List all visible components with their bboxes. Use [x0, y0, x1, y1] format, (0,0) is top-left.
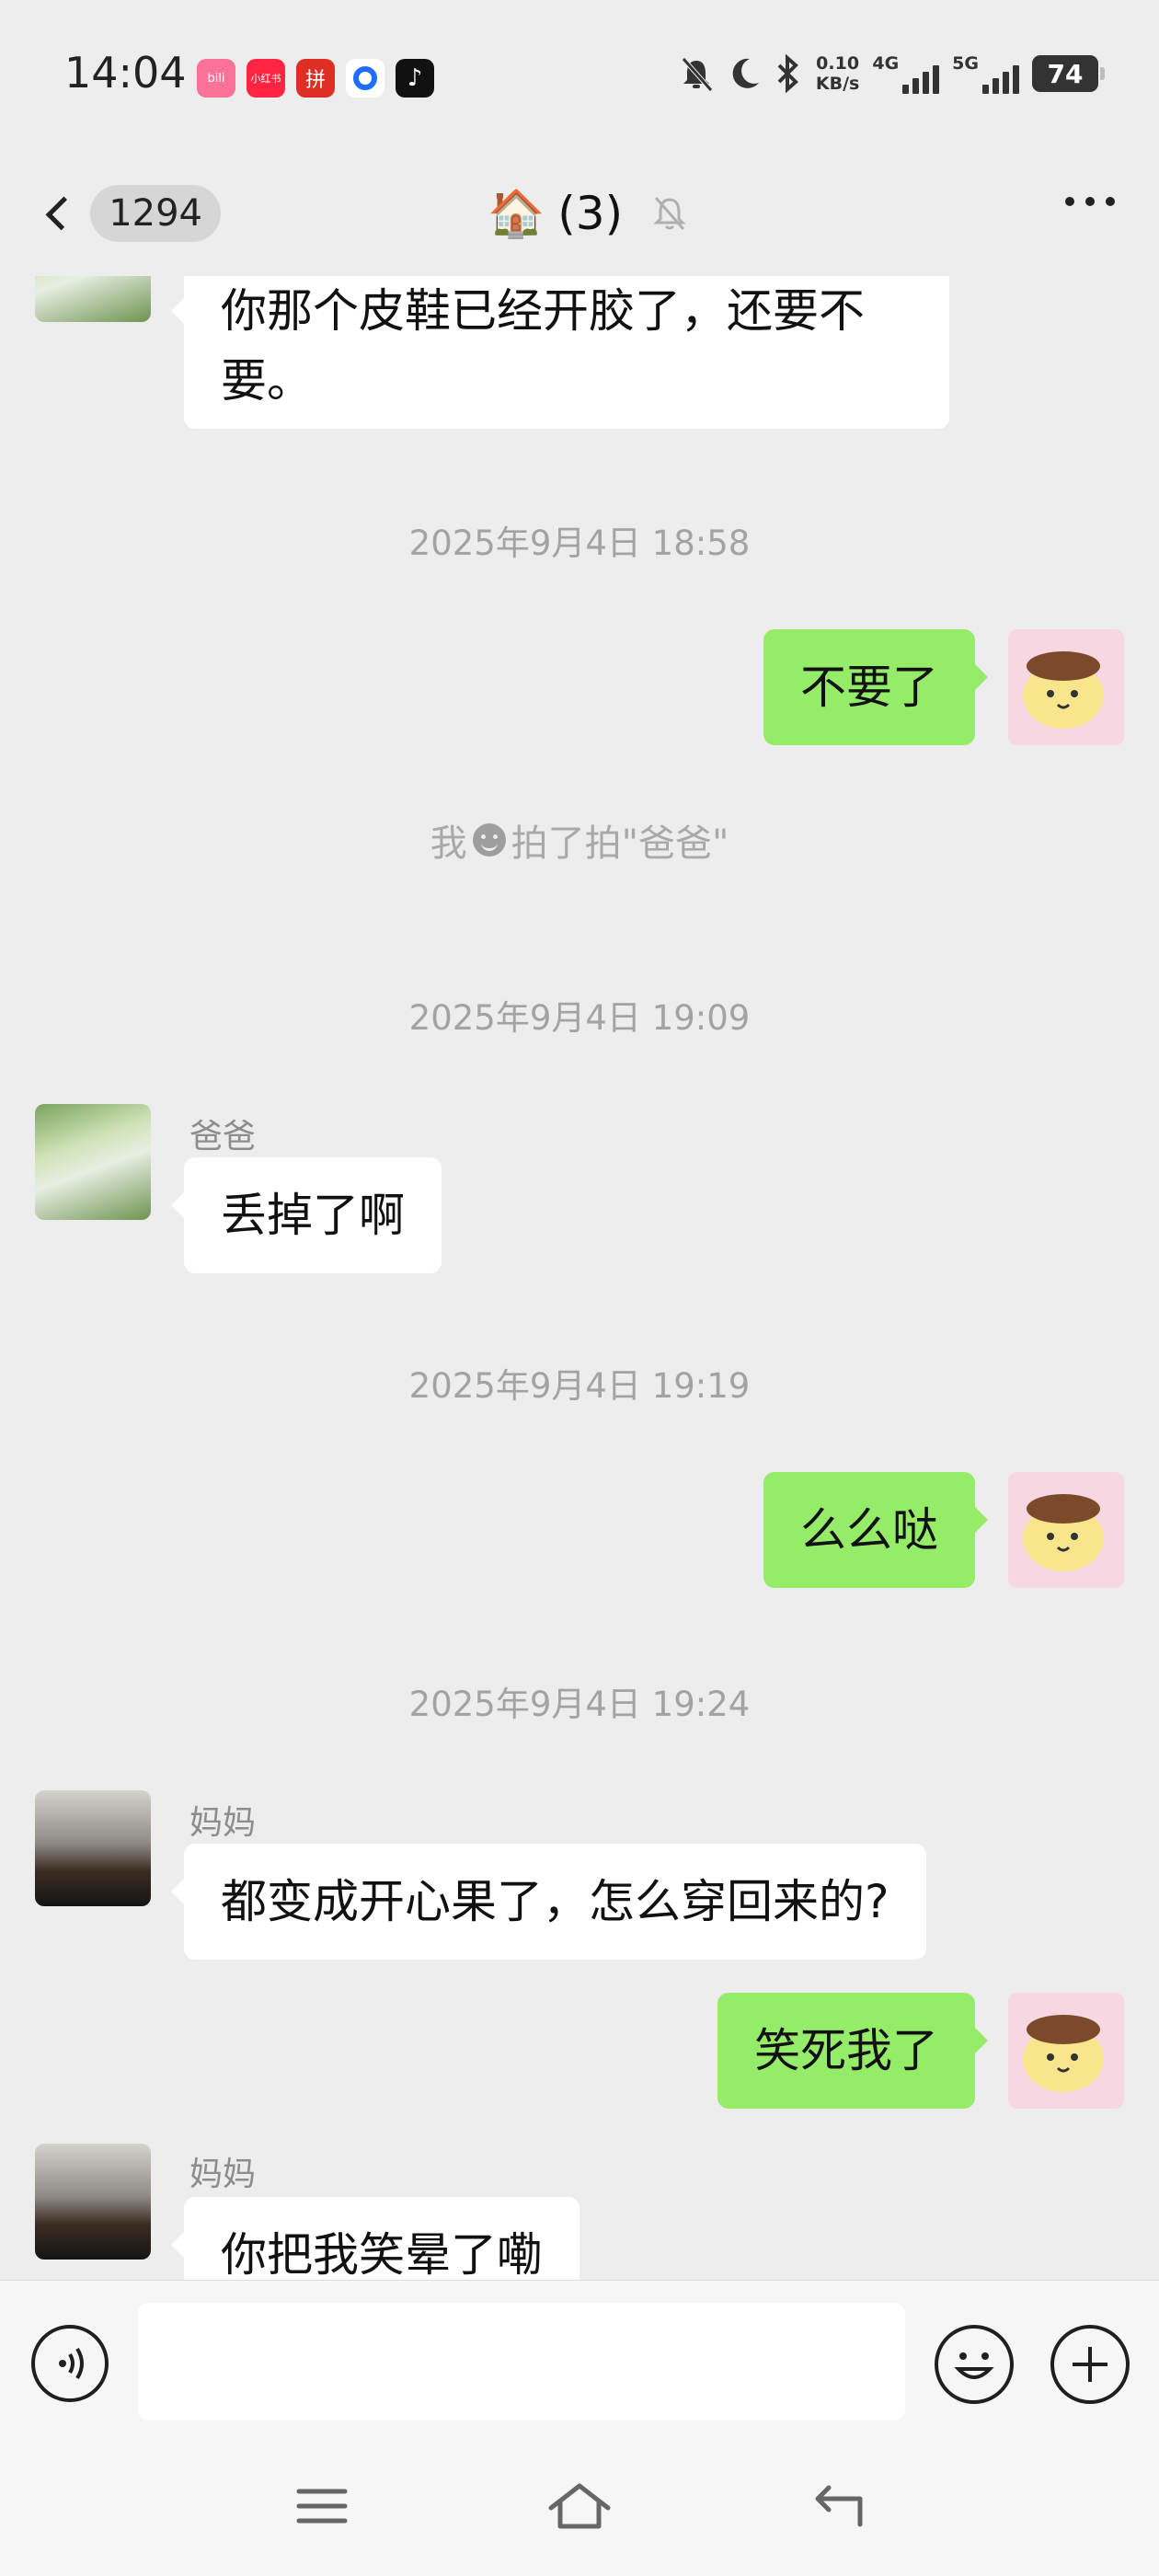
- tiktok-app-icon: ♪: [396, 59, 434, 98]
- poke-face-icon: [472, 823, 506, 857]
- unread-count-badge: 1294: [90, 185, 221, 242]
- more-dot-icon: [1085, 197, 1095, 206]
- back-arrow-icon: [45, 196, 80, 231]
- chat-header: 1294 🏠 (3): [0, 156, 1159, 276]
- house-emoji-icon: 🏠: [488, 186, 545, 240]
- system-navigation-bar: [0, 2436, 1159, 2576]
- muted-bell-icon: [653, 197, 686, 230]
- message-bubble-incoming[interactable]: 丢掉了啊: [171, 1157, 442, 1273]
- avatar-me[interactable]: [1008, 1472, 1124, 1588]
- avatar-mom[interactable]: [35, 1790, 151, 1906]
- pompompurin-avatar-icon: [1008, 629, 1124, 745]
- timestamp: 2025年9月4日 18:58: [408, 523, 751, 563]
- avatar-me[interactable]: [1008, 629, 1124, 745]
- sender-name: 爸爸: [189, 1118, 257, 1156]
- more-features-button[interactable]: [1050, 2325, 1130, 2404]
- status-time: 14:04: [64, 48, 187, 98]
- bluetooth-icon: [777, 54, 798, 93]
- message-bubble-outgoing[interactable]: 笑死我了: [717, 1993, 988, 2109]
- menu-icon: [296, 2489, 348, 2524]
- status-indicators: 0.10 KB/s 4G 5G 74: [678, 53, 1105, 94]
- pompompurin-avatar-icon: [1008, 1472, 1124, 1588]
- voice-input-button[interactable]: [31, 2325, 109, 2402]
- back-system-button[interactable]: [796, 2469, 878, 2543]
- back-icon: [815, 2485, 863, 2527]
- message-bubble-outgoing[interactable]: 么么哒: [763, 1472, 988, 1588]
- member-count: (3): [557, 187, 624, 240]
- message-bubble-outgoing[interactable]: 不要了: [763, 629, 988, 745]
- home-icon: [548, 2483, 611, 2529]
- qq-browser-app-icon: [346, 59, 384, 98]
- status-bar: 14:04 bili 小红书 拼 ♪ 0.10 KB/s 4G 5G 74: [0, 0, 1159, 156]
- home-button[interactable]: [538, 2469, 621, 2543]
- plus-icon: [1073, 2347, 1107, 2382]
- recent-apps-button[interactable]: [281, 2469, 363, 2543]
- battery-indicator: 74: [1032, 55, 1105, 92]
- status-app-icons: bili 小红书 拼 ♪: [197, 59, 434, 98]
- bilibili-app-icon: bili: [197, 59, 235, 98]
- chat-title[interactable]: 🏠 (3): [488, 175, 691, 252]
- timestamp: 2025年9月4日 19:09: [408, 998, 751, 1038]
- avatar-dad[interactable]: [35, 1104, 151, 1220]
- moon-icon: [732, 58, 759, 88]
- sender-name: 妈妈: [189, 2156, 257, 2193]
- more-options-button[interactable]: [1065, 197, 1115, 206]
- message-input[interactable]: [138, 2303, 905, 2421]
- chat-input-bar: [0, 2280, 1159, 2436]
- pinduoduo-app-icon: 拼: [296, 59, 335, 98]
- pompompurin-avatar-icon: [1008, 1993, 1124, 2109]
- avatar-dad[interactable]: [35, 276, 151, 322]
- message-bubble-incoming[interactable]: 你那个皮鞋已经开胶了，还要不 要。: [171, 276, 949, 429]
- sender-name: 妈妈: [189, 1804, 257, 1842]
- xiaohongshu-app-icon: 小红书: [247, 59, 285, 98]
- signal-5g: 5G: [952, 53, 1019, 94]
- signal-4g: 4G: [872, 53, 940, 94]
- avatar-me[interactable]: [1008, 1993, 1124, 2109]
- silent-bell-icon: [682, 57, 713, 92]
- smiley-icon: [954, 2352, 994, 2379]
- voice-icon: [59, 2347, 84, 2380]
- more-dot-icon: [1065, 197, 1074, 206]
- emoji-button[interactable]: [935, 2325, 1014, 2404]
- message-list[interactable]: 你那个皮鞋已经开胶了，还要不 要。 2025年9月4日 18:58 不要了 我 …: [0, 276, 1159, 2280]
- message-bubble-incoming[interactable]: 你把我笑晕了嘞: [171, 2197, 580, 2280]
- timestamp: 2025年9月4日 19:19: [408, 1366, 751, 1406]
- message-bubble-incoming[interactable]: 都变成开心果了，怎么穿回来的?: [171, 1844, 926, 1960]
- back-button[interactable]: 1294: [37, 178, 221, 248]
- network-speed: 0.10 KB/s: [815, 53, 860, 94]
- timestamp: 2025年9月4日 19:24: [408, 1685, 751, 1724]
- avatar-mom[interactable]: [35, 2144, 151, 2260]
- more-dot-icon: [1106, 197, 1115, 206]
- poke-notice: 我 拍了拍"爸爸": [430, 822, 729, 865]
